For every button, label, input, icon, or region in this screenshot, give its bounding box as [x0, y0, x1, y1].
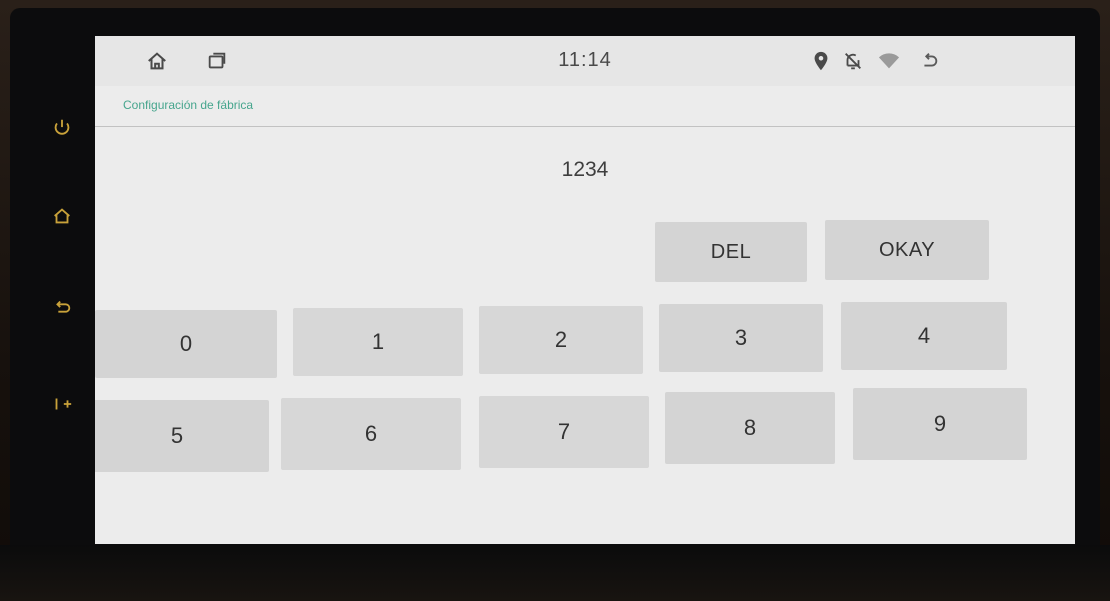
- back-key-icon[interactable]: [42, 288, 82, 328]
- key-9[interactable]: 9: [853, 388, 1027, 460]
- key-1[interactable]: 1: [293, 308, 463, 376]
- del-button[interactable]: DEL: [655, 222, 807, 282]
- okay-button[interactable]: OKAY: [825, 220, 989, 280]
- wifi-icon: [877, 49, 901, 73]
- notifications-off-icon: [841, 49, 865, 73]
- back-icon[interactable]: [917, 49, 941, 73]
- volume-up-icon[interactable]: [42, 384, 82, 424]
- key-7[interactable]: 7: [479, 396, 649, 468]
- key-5[interactable]: 5: [95, 400, 269, 472]
- key-6[interactable]: 6: [281, 398, 461, 470]
- title-bar: Configuración de fábrica: [95, 88, 1075, 127]
- key-2[interactable]: 2: [479, 306, 643, 374]
- key-3[interactable]: 3: [659, 304, 823, 372]
- head-unit-screen: 11:14 Configuración de fábrica 1234 DEL …: [95, 36, 1075, 544]
- bottom-bezel: [0, 545, 1110, 601]
- key-0[interactable]: 0: [95, 310, 277, 378]
- status-bar: 11:14: [95, 36, 1075, 86]
- key-8[interactable]: 8: [665, 392, 835, 464]
- code-display: 1234: [561, 158, 609, 181]
- key-4[interactable]: 4: [841, 302, 1007, 370]
- power-icon[interactable]: [42, 108, 82, 148]
- location-icon: [809, 49, 833, 73]
- home-key-icon[interactable]: [42, 196, 82, 236]
- page-title: Configuración de fábrica: [123, 98, 254, 112]
- device-frame: 11:14 Configuración de fábrica 1234 DEL …: [0, 0, 1110, 601]
